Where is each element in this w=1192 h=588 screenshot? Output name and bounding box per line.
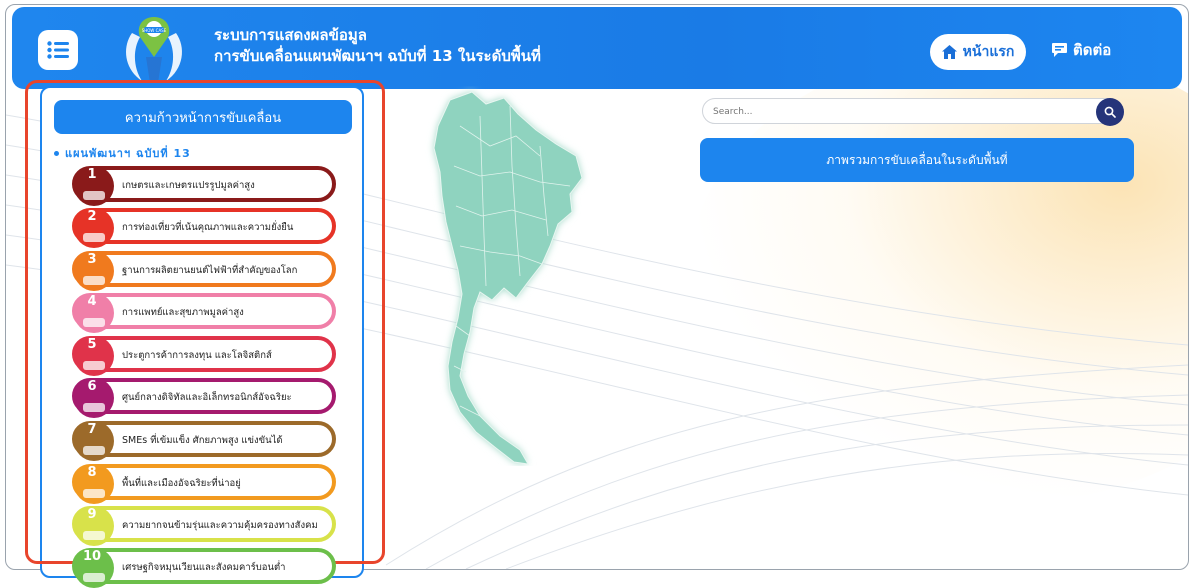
- sidebar-item-label: ความยากจนข้ามรุ่นและความคุ้มครองทางสังคม: [122, 520, 318, 531]
- contact-link[interactable]: ติดต่อ: [1052, 38, 1111, 62]
- sidebar-item-label: พื้นที่และเมืองอัจฉริยะที่น่าอยู่: [122, 478, 241, 489]
- plan-label: แผนพัฒนาฯ ฉบับที่ 13: [54, 144, 191, 162]
- sidebar-item-1[interactable]: 1 เกษตรและเกษตรแปรรูปมูลค่าสูง: [72, 166, 336, 206]
- item-badge-icon: 9: [74, 506, 114, 546]
- sidebar-item-2[interactable]: 2 การท่องเที่ยวที่เน้นคุณภาพและความยั่งย…: [72, 208, 336, 248]
- sidebar-item-7[interactable]: 7 SMEs ที่เข้มแข็ง ศักยภาพสูง แข่งขันได้: [72, 421, 336, 461]
- search-input[interactable]: [711, 101, 1085, 123]
- sidebar-item-label: ฐานการผลิตยานยนต์ไฟฟ้าที่สำคัญของโลก: [122, 265, 298, 276]
- item-badge-icon: 5: [74, 336, 114, 376]
- item-badge-icon: 2: [74, 208, 114, 248]
- search-box: [702, 98, 1122, 124]
- item-badge-icon: 10: [74, 548, 114, 588]
- item-badge-icon: 3: [74, 251, 114, 291]
- item-badge-icon: 4: [74, 293, 114, 333]
- plan-label-text: แผนพัฒนาฯ ฉบับที่ 13: [65, 147, 191, 160]
- sidebar-item-label: ศูนย์กลางดิจิทัลและอิเล็กทรอนิกส์อัจฉริย…: [122, 392, 292, 403]
- sidebar-item-label: ประตูการค้าการลงทุน และโลจิสติกส์: [122, 350, 272, 361]
- sidebar-item-5[interactable]: 5 ประตูการค้าการลงทุน และโลจิสติกส์: [72, 336, 336, 376]
- sidebar-item-label: SMEs ที่เข้มแข็ง ศักยภาพสูง แข่งขันได้: [122, 435, 283, 446]
- sidebar-item-6[interactable]: 6 ศูนย์กลางดิจิทัลและอิเล็กทรอนิกส์อัจฉร…: [72, 378, 336, 418]
- sidebar-item-label: การแพทย์และสุขภาพมูลค่าสูง: [122, 307, 244, 318]
- search-button[interactable]: [1096, 98, 1124, 126]
- bullet-dot: [54, 150, 59, 156]
- sidebar-item-8[interactable]: 8 พื้นที่และเมืองอัจฉริยะที่น่าอยู่: [72, 464, 336, 504]
- overview-button[interactable]: ภาพรวมการขับเคลื่อนในระดับพื้นที่: [700, 138, 1134, 182]
- header-title-line1: ระบบการแสดงผลข้อมูล: [214, 26, 367, 44]
- sidebar-item-4[interactable]: 4 การแพทย์และสุขภาพมูลค่าสูง: [72, 293, 336, 333]
- header-title-line2: การขับเคลื่อนแผนพัฒนาฯ ฉบับที่ 13 ในระดั…: [214, 47, 541, 65]
- sidebar-item-label: การท่องเที่ยวที่เน้นคุณภาพและความยั่งยืน: [122, 222, 294, 233]
- item-badge-icon: 1: [74, 166, 114, 206]
- hamburger-icon: [47, 41, 69, 59]
- sidebar-item-10[interactable]: 10 เศรษฐกิจหมุนเวียนและสังคมคาร์บอนต่ำ: [72, 548, 336, 588]
- svg-text:SHOW CASE: SHOW CASE: [142, 28, 167, 33]
- item-badge-icon: 6: [74, 378, 114, 418]
- top-header-bar: SHOW CASE ระบบการแสดงผลข้อมูล การขับเคลื…: [12, 7, 1182, 89]
- home-button[interactable]: หน้าแรก: [930, 34, 1026, 70]
- search-icon: [1104, 106, 1116, 118]
- sidebar-item-3[interactable]: 3 ฐานการผลิตยานยนต์ไฟฟ้าที่สำคัญของโลก: [72, 251, 336, 291]
- item-badge-icon: 7: [74, 421, 114, 461]
- sidebar-item-label: เกษตรและเกษตรแปรรูปมูลค่าสูง: [122, 180, 255, 191]
- sidebar-item-9[interactable]: 9 ความยากจนข้ามรุ่นและความคุ้มครองทางสัง…: [72, 506, 336, 546]
- sidebar-title-button[interactable]: ความก้าวหน้าการขับเคลื่อน: [54, 100, 352, 134]
- contact-label: ติดต่อ: [1073, 41, 1112, 59]
- home-label: หน้าแรก: [962, 44, 1015, 60]
- item-badge-icon: 8: [74, 464, 114, 504]
- thailand-map[interactable]: [420, 86, 590, 466]
- home-icon: [941, 45, 957, 59]
- sidebar-item-label: เศรษฐกิจหมุนเวียนและสังคมคาร์บอนต่ำ: [122, 562, 286, 573]
- menu-button[interactable]: [38, 30, 78, 70]
- header-title: ระบบการแสดงผลข้อมูล การขับเคลื่อนแผนพัฒน…: [214, 25, 541, 67]
- chat-icon: [1052, 43, 1067, 57]
